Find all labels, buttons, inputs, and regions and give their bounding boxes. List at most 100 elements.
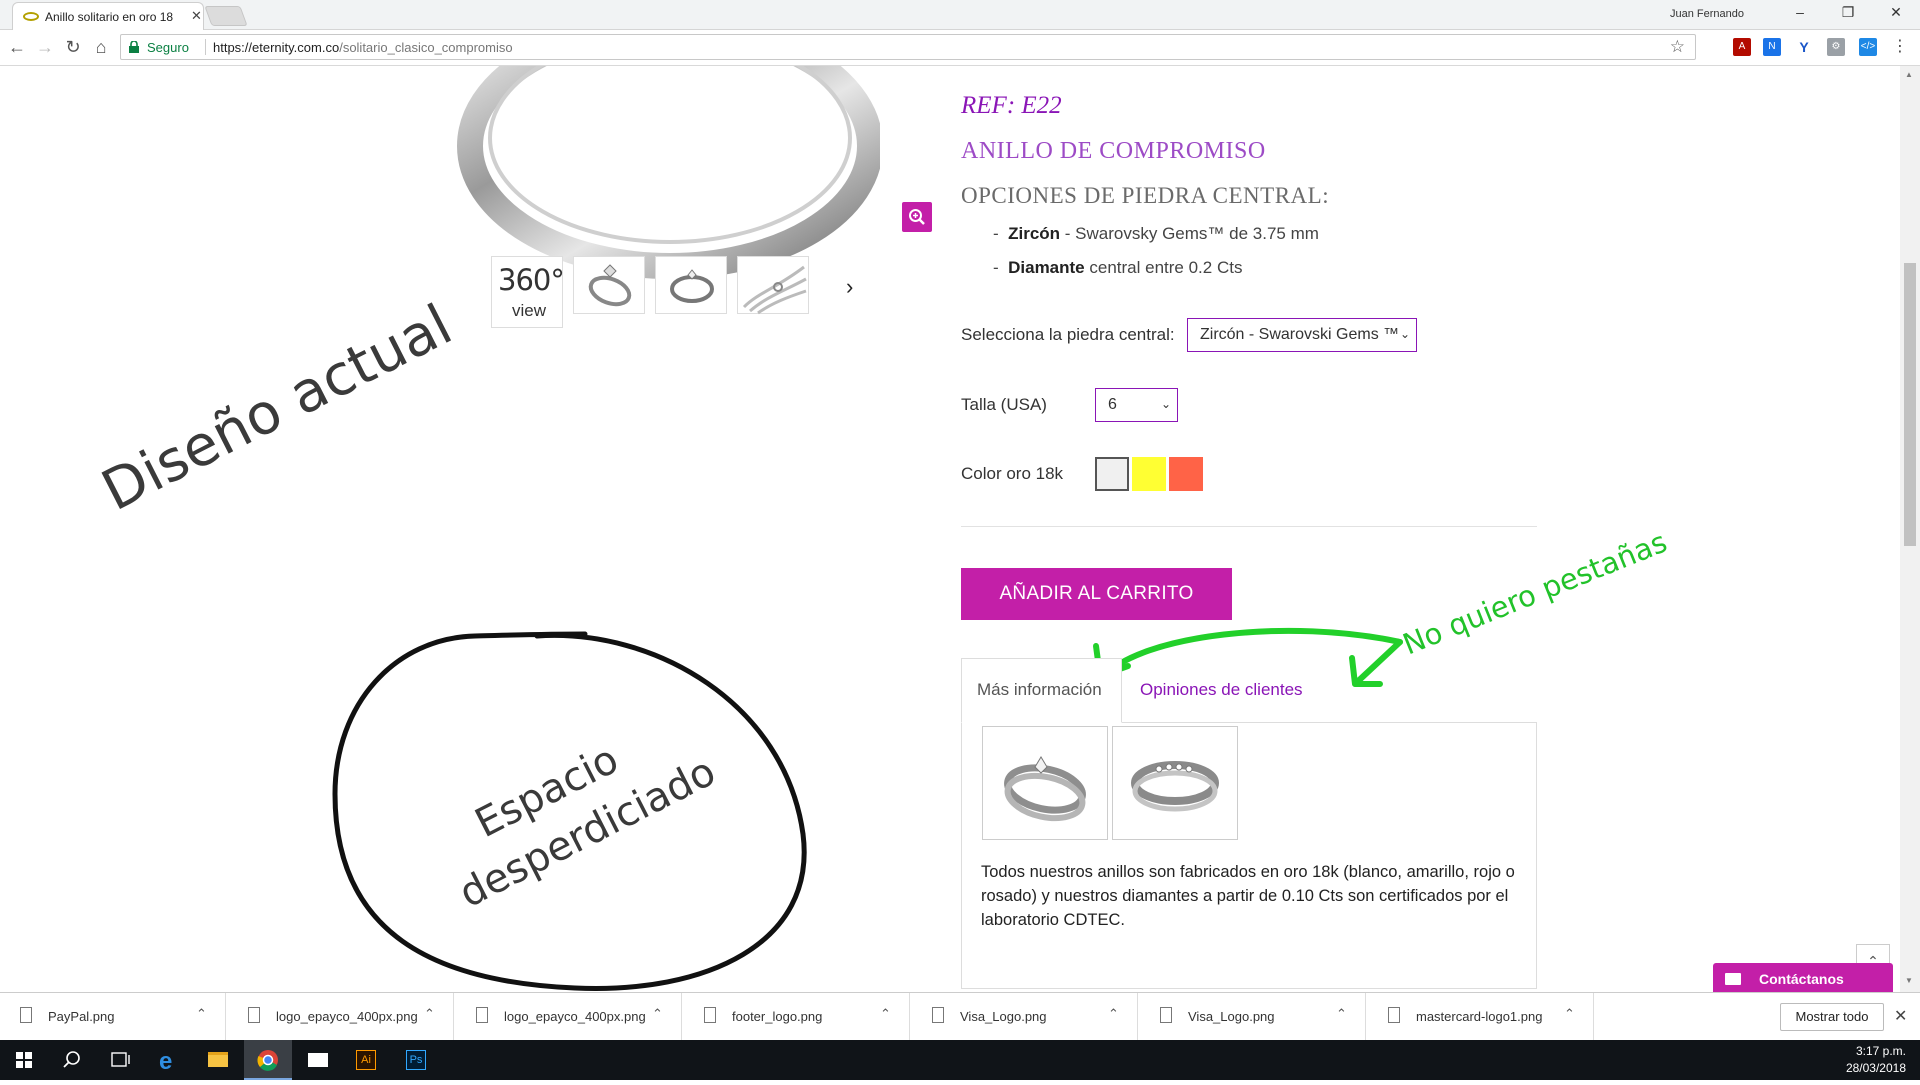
product-page: 360° view › Diseño actual Espacio desper… bbox=[0, 66, 1920, 992]
news-extension-icon[interactable]: N bbox=[1763, 38, 1781, 56]
profile-name[interactable]: Juan Fernando bbox=[1670, 8, 1744, 20]
gear-extension-icon[interactable]: ⚙ bbox=[1827, 38, 1845, 56]
magnifier-icon bbox=[909, 209, 925, 225]
ring-product-image bbox=[457, 66, 880, 279]
scroll-up-arrow-icon[interactable]: ▲ bbox=[1905, 70, 1913, 79]
thumbnail-360-view[interactable]: 360° view bbox=[491, 256, 565, 328]
info-image-ring-set-1[interactable] bbox=[982, 726, 1108, 840]
edge-browser-icon[interactable]: e bbox=[146, 1040, 194, 1080]
download-item[interactable]: Visa_Logo.png ⌃ bbox=[1140, 993, 1366, 1041]
photoshop-icon[interactable]: Ps bbox=[392, 1040, 440, 1080]
menu-kebab-icon[interactable]: ⋮ bbox=[1891, 38, 1909, 56]
download-filename: logo_epayco_400px.png bbox=[276, 1009, 418, 1024]
chevron-up-icon[interactable]: ⌃ bbox=[424, 1006, 435, 1022]
windows-taskbar: e Ai Ps 3:17 p.m. 28/03/2018 bbox=[0, 1040, 1920, 1080]
download-item[interactable]: PayPal.png ⌃ bbox=[0, 993, 226, 1041]
illustrator-icon[interactable]: Ai bbox=[342, 1040, 390, 1080]
ring-set-image bbox=[1004, 756, 1086, 822]
file-icon bbox=[1388, 1007, 1400, 1023]
back-icon[interactable]: ← bbox=[6, 37, 28, 58]
thumbnail-ring-1[interactable] bbox=[573, 256, 645, 314]
info-image-ring-set-2[interactable] bbox=[1112, 726, 1238, 840]
address-bar[interactable]: Seguro https://eternity.com.co/solitario… bbox=[120, 34, 1696, 60]
hand-thumbnail-image bbox=[742, 265, 807, 315]
thumbnail-ring-2[interactable] bbox=[655, 256, 727, 314]
new-tab-button[interactable] bbox=[204, 6, 248, 26]
downloads-bar: PayPal.png ⌃ logo_epayco_400px.png ⌃ logo_… bbox=[0, 992, 1920, 1041]
url-text[interactable]: https://eternity.com.co/solitario_clasic… bbox=[213, 40, 513, 55]
y-extension-icon[interactable]: Y bbox=[1795, 38, 1813, 56]
chevron-up-icon[interactable]: ⌃ bbox=[652, 1006, 663, 1022]
minimize-button[interactable]: – bbox=[1780, 4, 1820, 26]
swatch-white-gold[interactable] bbox=[1095, 457, 1129, 491]
task-view-icon[interactable] bbox=[96, 1040, 144, 1080]
size-select-label: Talla (USA) bbox=[961, 395, 1047, 414]
chrome-icon[interactable] bbox=[244, 1040, 292, 1080]
thumbnail-hand[interactable] bbox=[737, 256, 809, 315]
lock-icon bbox=[129, 41, 139, 53]
search-icon[interactable] bbox=[48, 1040, 96, 1080]
download-item[interactable]: mastercard-logo1.png ⌃ bbox=[1368, 993, 1594, 1041]
mail-app-icon[interactable] bbox=[294, 1040, 342, 1080]
tab-close-icon[interactable]: ✕ bbox=[191, 8, 202, 24]
close-downloads-icon[interactable]: ✕ bbox=[1894, 1006, 1907, 1026]
home-icon[interactable]: ⌂ bbox=[90, 37, 112, 58]
download-filename: logo_epayco_400px.png bbox=[504, 1009, 646, 1024]
windows-start-icon[interactable] bbox=[0, 1040, 48, 1080]
divider bbox=[961, 526, 1537, 527]
size-select-value: 6 bbox=[1108, 396, 1117, 413]
download-filename: Visa_Logo.png bbox=[1188, 1009, 1275, 1024]
file-icon bbox=[704, 1007, 716, 1023]
tab-more-info[interactable]: Más información bbox=[961, 658, 1122, 723]
chevron-up-icon[interactable]: ⌃ bbox=[1108, 1006, 1119, 1022]
ring-favicon-icon bbox=[23, 12, 39, 21]
chevron-up-icon[interactable]: ⌃ bbox=[880, 1006, 891, 1022]
stone-select-value: Zircón - Swarovski Gems ™ bbox=[1200, 326, 1400, 343]
show-all-downloads-button[interactable]: Mostrar todo bbox=[1780, 1003, 1884, 1031]
file-icon bbox=[476, 1007, 488, 1023]
close-window-button[interactable]: ✕ bbox=[1876, 4, 1916, 26]
forward-icon[interactable]: → bbox=[34, 37, 56, 58]
stone-select-label: Selecciona la piedra central: bbox=[961, 325, 1175, 344]
url-separator bbox=[205, 39, 206, 55]
clock-date[interactable]: 28/03/2018 bbox=[1846, 1061, 1906, 1075]
download-item[interactable]: logo_epayco_400px.png ⌃ bbox=[228, 993, 454, 1041]
contact-button[interactable]: Contáctanos bbox=[1713, 963, 1893, 995]
download-item[interactable]: logo_epayco_400px.png ⌃ bbox=[456, 993, 682, 1041]
chevron-up-icon[interactable]: ⌃ bbox=[196, 1006, 207, 1022]
stone-select[interactable]: Zircón - Swarovski Gems ™ ⌄ bbox=[1187, 318, 1417, 352]
pdf-extension-icon[interactable]: A bbox=[1733, 38, 1751, 56]
size-select[interactable]: 6 ⌄ bbox=[1095, 388, 1178, 422]
zoom-button[interactable] bbox=[902, 202, 932, 232]
scrollbar-thumb[interactable] bbox=[1904, 263, 1916, 546]
file-explorer-icon[interactable] bbox=[194, 1040, 242, 1080]
download-item[interactable]: Visa_Logo.png ⌃ bbox=[912, 993, 1138, 1041]
browser-tab-active[interactable]: Anillo solitario en oro 18 ✕ bbox=[12, 2, 204, 30]
ring-set-image bbox=[1131, 761, 1219, 812]
more-info-text: Todos nuestros anillos son fabricados en… bbox=[981, 863, 1515, 929]
mail-icon bbox=[1725, 973, 1741, 985]
clock-time[interactable]: 3:17 p.m. bbox=[1856, 1044, 1906, 1058]
code-extension-icon[interactable]: </> bbox=[1859, 38, 1877, 56]
thumbnail-360-number: 360° bbox=[498, 263, 565, 297]
chevron-up-icon[interactable]: ⌃ bbox=[1564, 1006, 1575, 1022]
bookmark-star-icon[interactable]: ☆ bbox=[1670, 37, 1685, 57]
tab-customer-reviews[interactable]: Opiniones de clientes bbox=[1140, 680, 1303, 700]
browser-tab-strip: Anillo solitario en oro 18 ✕ Juan Fernan… bbox=[0, 0, 1920, 30]
file-icon bbox=[932, 1007, 944, 1023]
swatch-yellow-gold[interactable] bbox=[1132, 457, 1166, 491]
chevron-right-icon[interactable]: › bbox=[846, 274, 853, 300]
download-filename: mastercard-logo1.png bbox=[1416, 1009, 1543, 1024]
file-icon bbox=[1160, 1007, 1172, 1023]
gold-color-label: Color oro 18k bbox=[961, 464, 1064, 483]
page-scrollbar[interactable]: ▲ ▼ bbox=[1900, 66, 1920, 992]
chevron-up-icon[interactable]: ⌃ bbox=[1336, 1006, 1347, 1022]
add-to-cart-button[interactable]: AÑADIR AL CARRITO bbox=[961, 568, 1232, 620]
chevron-down-icon: ⌄ bbox=[1160, 397, 1171, 411]
product-name: ANILLO DE COMPROMISO bbox=[961, 138, 1266, 164]
download-item[interactable]: footer_logo.png ⌃ bbox=[684, 993, 910, 1041]
reload-icon[interactable]: ↻ bbox=[62, 37, 84, 58]
restore-button[interactable]: ❐ bbox=[1828, 4, 1868, 26]
swatch-rose-gold[interactable] bbox=[1169, 457, 1203, 491]
scroll-down-arrow-icon[interactable]: ▼ bbox=[1905, 976, 1913, 985]
